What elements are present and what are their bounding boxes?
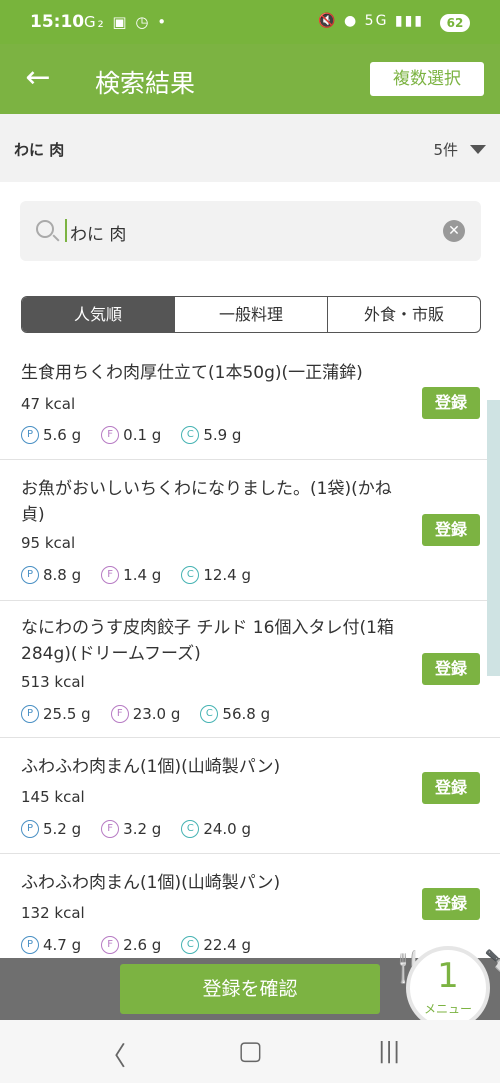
system-icons: 🔇 ● 5G ▮▮▮ bbox=[318, 13, 424, 29]
macros: P 25.5 g F 23.0 g C 56.8 g bbox=[21, 705, 290, 723]
system-nav-bar: 〈 ▢ ||| bbox=[0, 1020, 500, 1083]
knife-icon: 🔪 bbox=[484, 948, 500, 1020]
register-button[interactable]: 登録 bbox=[422, 772, 480, 804]
protein-icon: P bbox=[21, 936, 39, 954]
carb-icon: C bbox=[181, 820, 200, 838]
tab-eating-out-retail[interactable]: 外食・市販 bbox=[327, 297, 480, 332]
protein-value: 25.5 g bbox=[43, 705, 91, 723]
fat-value: 0.1 g bbox=[123, 426, 162, 444]
search-box: ✕ bbox=[20, 201, 481, 261]
protein-value: 5.6 g bbox=[43, 426, 82, 444]
carb-value: 22.4 g bbox=[203, 936, 252, 954]
protein-value: 4.7 g bbox=[43, 936, 82, 954]
register-button[interactable]: 登録 bbox=[422, 514, 480, 546]
food-name: お魚がおいしいちくわになりました。(1袋)(かね貞) bbox=[21, 479, 392, 525]
fat-value: 3.2 g bbox=[123, 820, 162, 838]
result-count[interactable]: 5件 bbox=[433, 139, 458, 160]
food-name: ふわふわ肉まん(1個)(山崎製パン) bbox=[21, 873, 281, 893]
register-button[interactable]: 登録 bbox=[422, 888, 480, 920]
protein-icon: P bbox=[21, 426, 39, 444]
calories: 513 kcal bbox=[21, 673, 85, 691]
menu-label: メニュー bbox=[423, 1002, 472, 1016]
query-summary-bar: わに 肉 5件 bbox=[0, 114, 500, 182]
carb-icon: C bbox=[181, 936, 200, 954]
protein-icon: P bbox=[21, 566, 39, 584]
nav-home-icon[interactable]: ▢ bbox=[238, 1036, 263, 1066]
search-input[interactable] bbox=[68, 215, 432, 249]
macros: P 8.8 g F 1.4 g C 12.4 g bbox=[21, 566, 271, 584]
food-name: 生食用ちくわ肉厚仕立て(1本50g)(一正蒲鉾) bbox=[21, 363, 363, 383]
tab-general-dishes[interactable]: 一般料理 bbox=[174, 297, 327, 332]
carb-icon: C bbox=[181, 566, 200, 584]
list-item[interactable]: ふわふわ肉まん(1個)(山崎製パン) 132 kcal P 4.7 g F 2.6 … bbox=[0, 854, 500, 964]
multi-select-button[interactable]: 複数選択 bbox=[370, 62, 484, 96]
carb-value: 12.4 g bbox=[203, 566, 252, 584]
sort-tabs: 人気順 一般料理 外食・市販 bbox=[21, 296, 481, 333]
query-text: わに 肉 bbox=[14, 141, 65, 159]
scrollbar[interactable] bbox=[487, 400, 500, 676]
confirm-registration-button[interactable]: 登録を確認 bbox=[120, 964, 380, 1014]
menu-button[interactable]: 1 メニュー bbox=[406, 946, 490, 1030]
carb-value: 24.0 g bbox=[203, 820, 252, 838]
list-item[interactable]: 生食用ちくわ肉厚仕立て(1本50g)(一正蒲鉾) 47 kcal P 5.6 g … bbox=[0, 344, 500, 460]
status-bar: 15:10 G₂ ▣ ◷ • 🔇 ● 5G ▮▮▮ 62 bbox=[0, 0, 500, 44]
register-button[interactable]: 登録 bbox=[422, 387, 480, 419]
macros: P 5.2 g F 3.2 g C 24.0 g bbox=[21, 820, 271, 838]
app-bar: ← 検索結果 複数選択 bbox=[0, 44, 500, 114]
fat-value: 23.0 g bbox=[132, 705, 181, 723]
carb-value: 5.9 g bbox=[203, 426, 242, 444]
fat-icon: F bbox=[101, 936, 120, 954]
calories: 145 kcal bbox=[21, 788, 85, 806]
fat-value: 1.4 g bbox=[123, 566, 162, 584]
search-icon bbox=[36, 220, 54, 238]
fat-icon: F bbox=[101, 566, 120, 584]
protein-icon: P bbox=[21, 820, 39, 838]
back-arrow-icon[interactable]: ← bbox=[20, 61, 56, 97]
carb-icon: C bbox=[181, 426, 200, 444]
notification-icons: G₂ ▣ ◷ • bbox=[84, 13, 169, 31]
register-button[interactable]: 登録 bbox=[422, 653, 480, 685]
result-list: 生食用ちくわ肉厚仕立て(1本50g)(一正蒲鉾) 47 kcal P 5.6 g … bbox=[0, 344, 500, 964]
protein-icon: P bbox=[21, 705, 39, 723]
carb-icon: C bbox=[200, 705, 219, 723]
nav-recents-icon[interactable]: ||| bbox=[378, 1039, 400, 1064]
list-item[interactable]: お魚がおいしいちくわになりました。(1袋)(かね貞) 95 kcal P 8.8 … bbox=[0, 460, 500, 601]
protein-value: 8.8 g bbox=[43, 566, 82, 584]
macros: P 4.7 g F 2.6 g C 22.4 g bbox=[21, 936, 271, 954]
menu-count: 1 bbox=[437, 956, 459, 996]
calories: 47 kcal bbox=[21, 395, 76, 413]
protein-value: 5.2 g bbox=[43, 820, 82, 838]
calories: 132 kcal bbox=[21, 904, 85, 922]
macros: P 5.6 g F 0.1 g C 5.9 g bbox=[21, 426, 261, 444]
carb-value: 56.8 g bbox=[222, 705, 271, 723]
fat-value: 2.6 g bbox=[123, 936, 162, 954]
nav-back-icon[interactable]: 〈 bbox=[100, 1036, 126, 1073]
fat-icon: F bbox=[101, 820, 120, 838]
food-name: なにわのうす皮肉餃子 チルド 16個入タレ付(1箱284g)(ドリームフーズ) bbox=[21, 618, 394, 664]
status-time: 15:10 bbox=[30, 12, 85, 32]
calories: 95 kcal bbox=[21, 534, 76, 552]
page-title: 検索結果 bbox=[95, 69, 196, 98]
food-name: ふわふわ肉まん(1個)(山崎製パン) bbox=[21, 757, 281, 777]
list-item[interactable]: ふわふわ肉まん(1個)(山崎製パン) 145 kcal P 5.2 g F 3.2 … bbox=[0, 738, 500, 854]
clear-icon[interactable]: ✕ bbox=[443, 220, 465, 242]
list-item[interactable]: なにわのうす皮肉餃子 チルド 16個入タレ付(1箱284g)(ドリームフーズ) … bbox=[0, 601, 500, 738]
dropdown-triangle-icon[interactable] bbox=[470, 145, 486, 154]
battery-icon: 62 bbox=[440, 14, 470, 32]
fat-icon: F bbox=[101, 426, 120, 444]
text-caret bbox=[65, 219, 67, 242]
tab-popular[interactable]: 人気順 bbox=[22, 297, 174, 332]
fat-icon: F bbox=[110, 705, 129, 723]
